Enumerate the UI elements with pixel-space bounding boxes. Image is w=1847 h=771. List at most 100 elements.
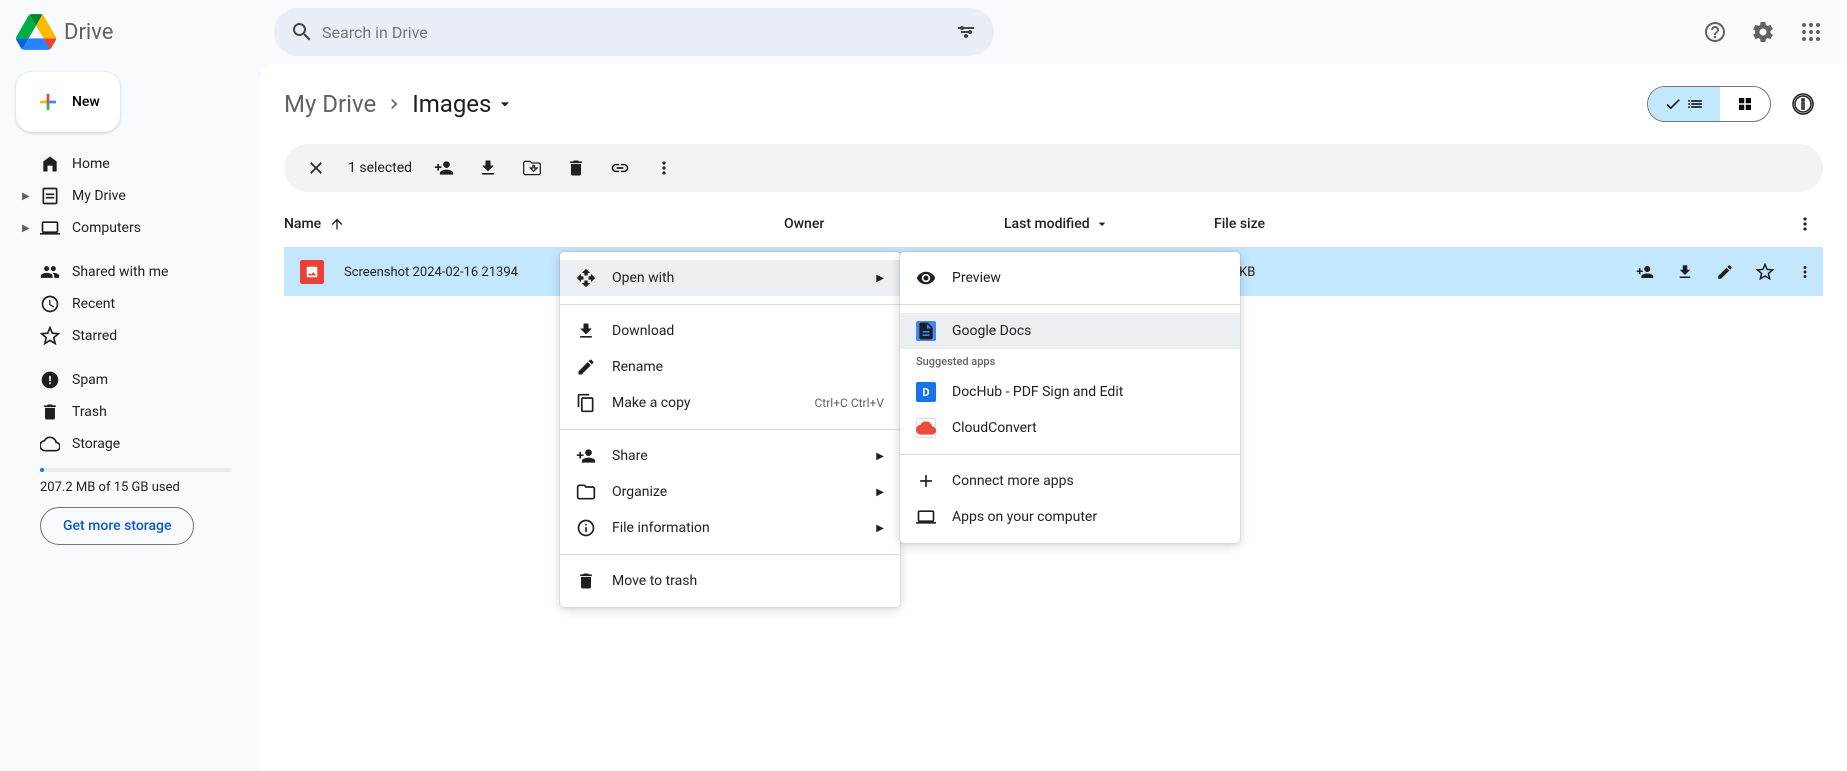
menu-divider bbox=[560, 429, 900, 430]
menu-label: Make a copy bbox=[612, 395, 691, 411]
sort-arrow-icon bbox=[329, 216, 345, 232]
delete-icon[interactable] bbox=[556, 148, 596, 188]
menu-label: Organize bbox=[612, 484, 667, 500]
sidebar-item-home[interactable]: Home bbox=[16, 148, 244, 180]
dropdown-arrow-icon bbox=[495, 94, 515, 114]
menu-label: Share bbox=[612, 448, 648, 464]
menu-trash[interactable]: Move to trash bbox=[560, 563, 900, 599]
row-star-icon[interactable] bbox=[1747, 254, 1783, 290]
expand-icon[interactable]: ▶ bbox=[22, 223, 30, 234]
settings-icon[interactable] bbox=[1743, 12, 1783, 52]
new-button-label: New bbox=[72, 94, 100, 110]
submenu-google-docs[interactable]: Google Docs bbox=[900, 313, 1240, 349]
sidebar: New Home ▶ My Drive ▶ Computers Shared w… bbox=[0, 64, 260, 553]
submenu-arrow-icon: ▶ bbox=[876, 273, 884, 284]
menu-shortcut: Ctrl+C Ctrl+V bbox=[815, 396, 885, 410]
breadcrumb-current[interactable]: Images bbox=[412, 90, 515, 118]
get-storage-button[interactable]: Get more storage bbox=[40, 507, 194, 545]
submenu-label: CloudConvert bbox=[952, 420, 1037, 436]
sidebar-item-label: Recent bbox=[72, 296, 115, 312]
link-icon[interactable] bbox=[600, 148, 640, 188]
selection-count: 1 selected bbox=[348, 160, 412, 176]
download-icon[interactable] bbox=[468, 148, 508, 188]
menu-label: Rename bbox=[612, 359, 663, 375]
storage-progress bbox=[40, 468, 232, 472]
dropdown-arrow-icon bbox=[1094, 216, 1110, 232]
logo-area[interactable]: Drive bbox=[16, 12, 266, 52]
app-header: Drive bbox=[0, 0, 1847, 64]
sidebar-item-mydrive[interactable]: ▶ My Drive bbox=[16, 180, 244, 212]
breadcrumb: My Drive Images bbox=[260, 64, 1847, 136]
row-rename-icon[interactable] bbox=[1707, 254, 1743, 290]
sidebar-item-shared[interactable]: Shared with me bbox=[16, 256, 244, 288]
row-download-icon[interactable] bbox=[1667, 254, 1703, 290]
search-icon[interactable] bbox=[282, 12, 322, 52]
image-file-icon bbox=[300, 260, 324, 284]
sidebar-item-recent[interactable]: Recent bbox=[16, 288, 244, 320]
submenu-heading: Suggested apps bbox=[900, 349, 1240, 374]
view-controls bbox=[1647, 84, 1823, 124]
row-share-icon[interactable] bbox=[1627, 254, 1663, 290]
docs-app-icon bbox=[916, 321, 936, 341]
dochub-app-icon: D bbox=[916, 382, 936, 402]
menu-label: Download bbox=[612, 323, 674, 339]
expand-icon[interactable]: ▶ bbox=[22, 191, 30, 202]
column-size[interactable]: File size bbox=[1214, 216, 1414, 232]
open-with-submenu: Preview Google Docs Suggested apps D Doc… bbox=[900, 252, 1240, 543]
submenu-label: DocHub - PDF Sign and Edit bbox=[952, 384, 1123, 400]
sidebar-item-starred[interactable]: Starred bbox=[16, 320, 244, 352]
new-button[interactable]: New bbox=[16, 72, 120, 132]
sidebar-item-label: Starred bbox=[72, 328, 117, 344]
submenu-preview[interactable]: Preview bbox=[900, 260, 1240, 296]
menu-organize[interactable]: Organize ▶ bbox=[560, 474, 900, 510]
selection-toolbar: 1 selected bbox=[284, 144, 1823, 192]
header-more-icon[interactable] bbox=[1787, 206, 1823, 242]
help-icon[interactable] bbox=[1695, 12, 1735, 52]
details-icon[interactable] bbox=[1783, 84, 1823, 124]
sidebar-item-storage[interactable]: Storage bbox=[16, 428, 244, 460]
menu-open-with[interactable]: Open with ▶ bbox=[560, 260, 900, 296]
sidebar-item-computers[interactable]: ▶ Computers bbox=[16, 212, 244, 244]
sidebar-item-label: My Drive bbox=[72, 188, 126, 204]
breadcrumb-root[interactable]: My Drive bbox=[284, 90, 376, 118]
submenu-connect-apps[interactable]: Connect more apps bbox=[900, 463, 1240, 499]
submenu-label: Google Docs bbox=[952, 323, 1031, 339]
search-options-icon[interactable] bbox=[946, 12, 986, 52]
menu-divider bbox=[900, 454, 1240, 455]
column-name[interactable]: Name bbox=[284, 216, 784, 232]
menu-make-copy[interactable]: Make a copy Ctrl+C Ctrl+V bbox=[560, 385, 900, 421]
clear-selection-icon[interactable] bbox=[296, 148, 336, 188]
sidebar-item-label: Storage bbox=[72, 436, 120, 452]
search-bar bbox=[274, 8, 994, 56]
search-input[interactable] bbox=[322, 23, 946, 42]
column-modified[interactable]: Last modified bbox=[1004, 216, 1214, 232]
context-menu: Open with ▶ Download Rename Make a copy … bbox=[560, 252, 900, 607]
apps-grid-icon[interactable] bbox=[1791, 12, 1831, 52]
list-view-button[interactable] bbox=[1648, 87, 1720, 121]
submenu-cloudconvert[interactable]: CloudConvert bbox=[900, 410, 1240, 446]
submenu-label: Preview bbox=[952, 270, 1001, 286]
sidebar-item-label: Trash bbox=[72, 404, 107, 420]
share-icon[interactable] bbox=[424, 148, 464, 188]
sidebar-item-trash[interactable]: Trash bbox=[16, 396, 244, 428]
column-owner[interactable]: Owner bbox=[784, 216, 1004, 232]
menu-label: File information bbox=[612, 520, 710, 536]
grid-view-button[interactable] bbox=[1720, 87, 1770, 121]
move-icon[interactable] bbox=[512, 148, 552, 188]
chevron-right-icon bbox=[384, 94, 404, 114]
menu-rename[interactable]: Rename bbox=[560, 349, 900, 385]
menu-download[interactable]: Download bbox=[560, 313, 900, 349]
submenu-dochub[interactable]: D DocHub - PDF Sign and Edit bbox=[900, 374, 1240, 410]
drive-logo-icon bbox=[16, 12, 56, 52]
menu-share[interactable]: Share ▶ bbox=[560, 438, 900, 474]
menu-file-info[interactable]: File information ▶ bbox=[560, 510, 900, 546]
submenu-arrow-icon: ▶ bbox=[876, 523, 884, 534]
submenu-computer-apps[interactable]: Apps on your computer bbox=[900, 499, 1240, 535]
sidebar-item-spam[interactable]: Spam bbox=[16, 364, 244, 396]
menu-label: Open with bbox=[612, 270, 674, 286]
submenu-arrow-icon: ▶ bbox=[876, 487, 884, 498]
more-actions-icon[interactable] bbox=[644, 148, 684, 188]
sidebar-item-label: Home bbox=[72, 156, 110, 172]
row-more-icon[interactable] bbox=[1787, 254, 1823, 290]
submenu-label: Connect more apps bbox=[952, 473, 1074, 489]
